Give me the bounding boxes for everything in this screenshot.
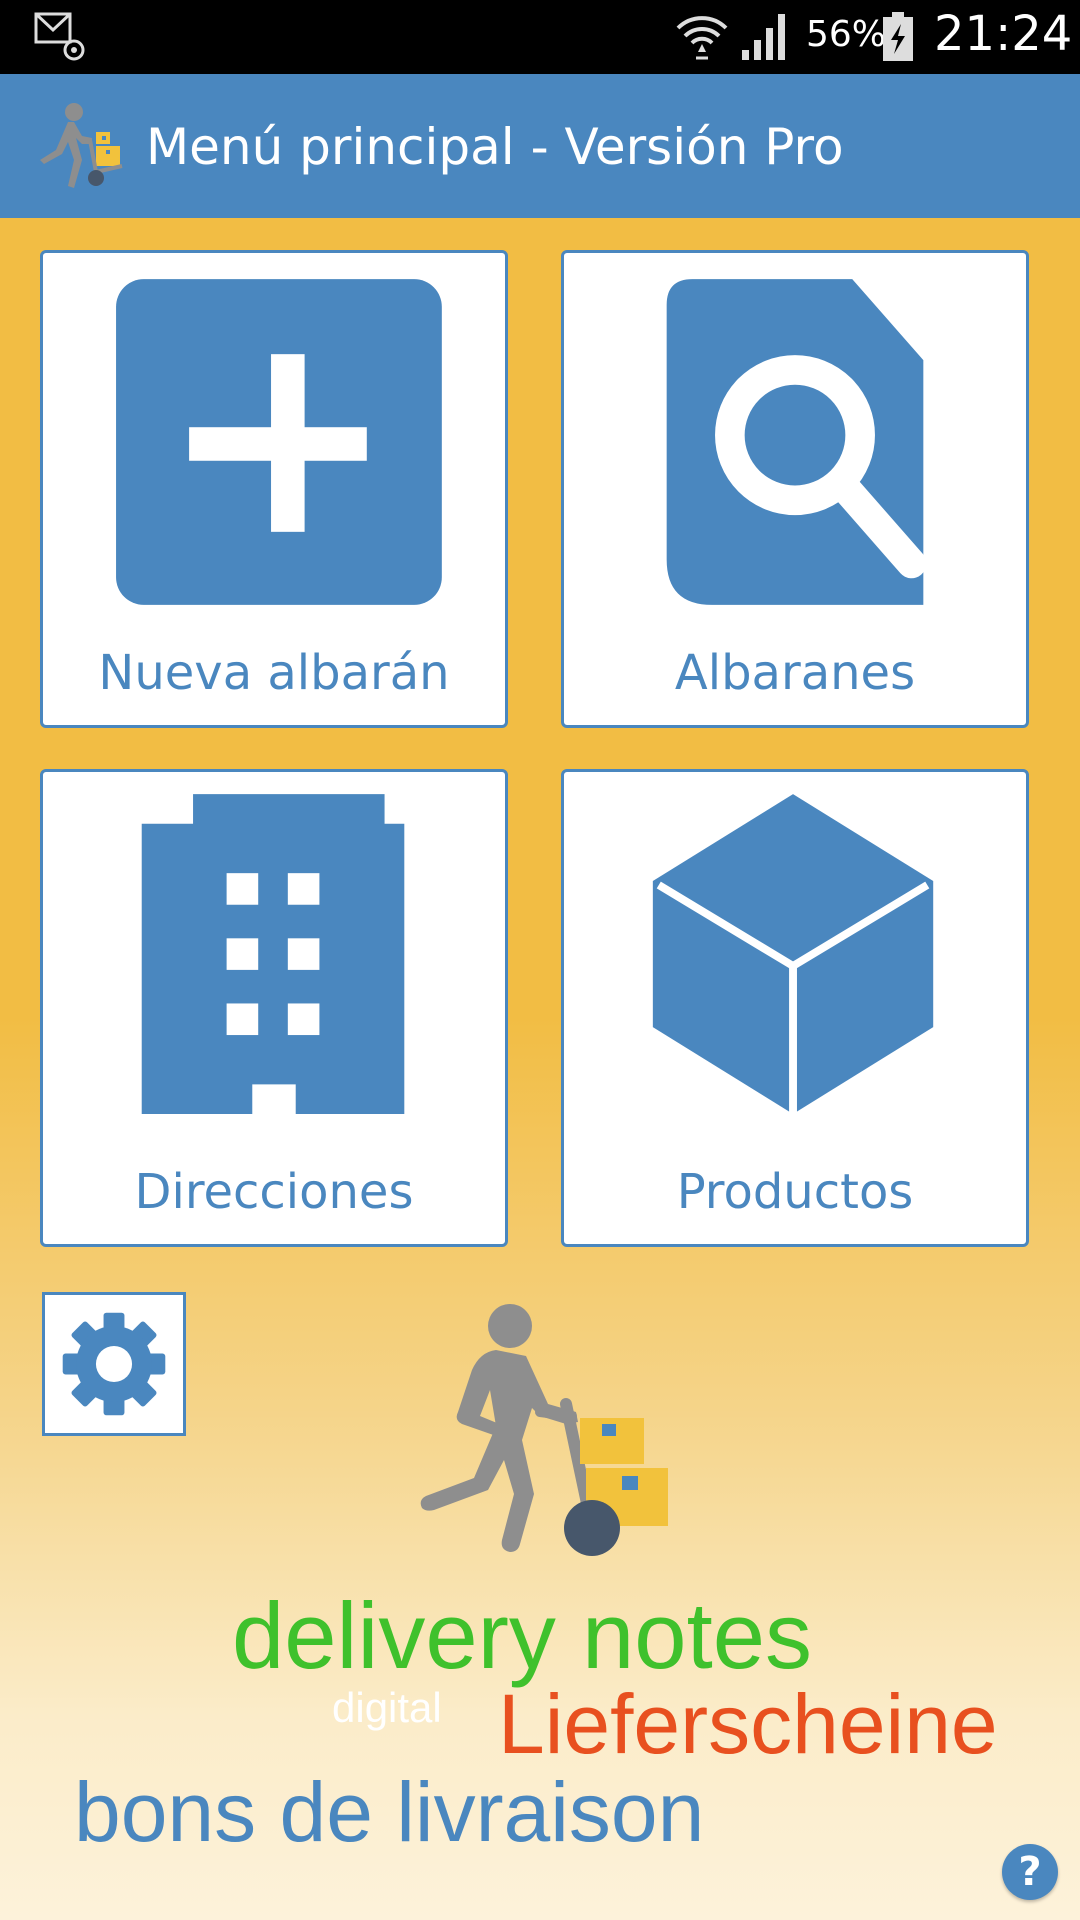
battery-percentage: 56% bbox=[806, 14, 887, 55]
word-digital: digital bbox=[332, 1684, 442, 1731]
app-bar: Menú principal - Versión Pro bbox=[0, 74, 1080, 218]
battery-charging-icon bbox=[883, 12, 913, 61]
main-menu: Nueva albarán Albaranes Direcciones Prod… bbox=[0, 218, 1080, 1920]
app-title: Menú principal - Versión Pro bbox=[146, 118, 844, 176]
new-delivery-note-tile[interactable]: Nueva albarán bbox=[40, 250, 508, 728]
document-search-icon bbox=[666, 279, 927, 605]
delivery-person-logo-icon bbox=[40, 103, 123, 188]
delivery-notes-tile[interactable]: Albaranes bbox=[561, 250, 1029, 728]
add-icon bbox=[116, 279, 442, 605]
signal-icon bbox=[742, 14, 785, 60]
help-button[interactable]: ? bbox=[1002, 1844, 1058, 1900]
products-label: Productos bbox=[676, 1164, 914, 1220]
settings-button[interactable] bbox=[42, 1292, 186, 1436]
delivery-notes-label: Albaranes bbox=[674, 645, 916, 701]
word-delivery-notes: delivery notes bbox=[232, 1583, 812, 1688]
box-icon bbox=[652, 794, 934, 1115]
status-bar: 56% 21:24 bbox=[0, 0, 1080, 74]
products-tile[interactable]: Productos bbox=[561, 769, 1029, 1247]
delivery-person-illustration bbox=[420, 1304, 668, 1556]
email-notification-icon bbox=[34, 12, 85, 61]
word-bons-de-livraison: bons de livraison bbox=[74, 1765, 705, 1859]
wifi-icon bbox=[676, 16, 728, 60]
word-lieferscheine: Lieferscheine bbox=[498, 1677, 998, 1771]
status-time: 21:24 bbox=[934, 6, 1073, 62]
building-icon bbox=[141, 794, 405, 1115]
gear-icon bbox=[62, 1312, 166, 1416]
addresses-tile[interactable]: Direcciones bbox=[40, 769, 508, 1247]
new-delivery-note-label: Nueva albarán bbox=[98, 645, 450, 701]
addresses-label: Direcciones bbox=[134, 1164, 414, 1220]
